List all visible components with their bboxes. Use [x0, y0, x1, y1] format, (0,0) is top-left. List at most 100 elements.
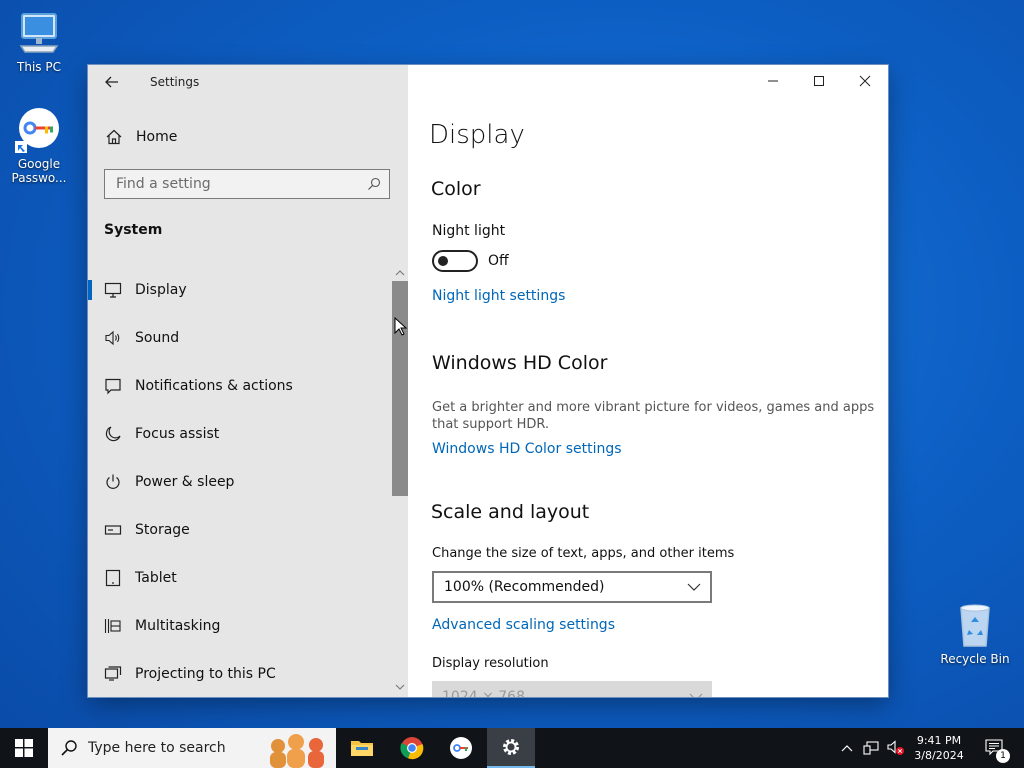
- folder-icon: [351, 741, 373, 756]
- key-icon: [15, 107, 63, 155]
- chrome-icon: [400, 737, 424, 760]
- scroll-down-arrow-icon[interactable]: [392, 681, 408, 693]
- windows-logo-icon: [15, 739, 33, 757]
- window-title: Settings: [150, 75, 200, 89]
- google-passwords-taskbar-button[interactable]: [437, 728, 485, 768]
- search-icon[interactable]: [367, 177, 381, 191]
- chevron-up-icon: [841, 745, 853, 752]
- page-title: Display: [429, 120, 525, 150]
- desktop-icon-google-passwords[interactable]: Google Passwo...: [3, 107, 75, 185]
- speaker-icon: [104, 329, 122, 347]
- power-icon: [104, 473, 122, 491]
- search-highlight-illustration-icon: [270, 734, 324, 768]
- scrollbar-thumb[interactable]: [392, 281, 408, 496]
- hd-color-description-line: Get a brighter and more vibrant picture …: [432, 400, 875, 415]
- search-input[interactable]: Find a setting: [116, 176, 367, 192]
- sidebar-item-focus-assist[interactable]: Focus assist: [88, 410, 392, 458]
- sidebar-item-label: Projecting to this PC: [135, 666, 276, 682]
- sidebar-item-notifications[interactable]: Notifications & actions: [88, 362, 392, 410]
- close-icon: [859, 75, 871, 87]
- advanced-scaling-link[interactable]: Advanced scaling settings: [432, 617, 615, 633]
- volume-tray-button[interactable]: [884, 728, 908, 768]
- monitor-icon: [104, 281, 122, 299]
- resolution-dropdown-value: 1024 × 768: [442, 689, 525, 697]
- desktop-icon-label: Recycle Bin: [940, 652, 1010, 666]
- chrome-taskbar-button[interactable]: [388, 728, 436, 768]
- moon-icon: [104, 425, 122, 443]
- minimize-icon: [768, 80, 778, 82]
- content-pane: Display Color Night light Off Night ligh…: [408, 65, 888, 697]
- hd-color-settings-link[interactable]: Windows HD Color settings: [432, 441, 622, 457]
- sidebar: Settings Home Find a setting System Disp…: [88, 65, 408, 697]
- desktop-icon-this-pc[interactable]: This PC: [3, 10, 75, 74]
- sidebar-item-label: Tablet: [135, 570, 177, 586]
- back-arrow-icon: [105, 76, 118, 88]
- action-center-button[interactable]: 1: [978, 728, 1012, 768]
- show-hidden-icons-button[interactable]: [836, 728, 858, 768]
- maximize-button[interactable]: [796, 65, 842, 97]
- sidebar-item-sound[interactable]: Sound: [88, 314, 392, 362]
- taskbar-search-input[interactable]: Type here to search: [88, 740, 258, 756]
- hd-color-description: Get a brighter and more vibrant picture …: [432, 399, 874, 433]
- color-heading: Color: [431, 178, 481, 200]
- settings-taskbar-button[interactable]: [487, 728, 535, 768]
- settings-window: Settings Home Find a setting System Disp…: [88, 65, 888, 697]
- sidebar-item-power-sleep[interactable]: Power & sleep: [88, 458, 392, 506]
- sidebar-item-tablet[interactable]: Tablet: [88, 554, 392, 602]
- key-icon: [450, 737, 472, 759]
- sidebar-item-label: Notifications & actions: [135, 378, 293, 394]
- scroll-up-arrow-icon[interactable]: [392, 267, 408, 279]
- sidebar-item-projecting[interactable]: Projecting to this PC: [88, 650, 392, 697]
- home-label: Home: [136, 129, 178, 145]
- hd-color-heading: Windows HD Color: [432, 352, 608, 374]
- night-light-label: Night light: [432, 223, 506, 239]
- network-tray-button[interactable]: [860, 728, 882, 768]
- sidebar-item-label: Display: [135, 282, 187, 298]
- chevron-down-icon: [689, 693, 703, 697]
- back-button[interactable]: [88, 65, 136, 99]
- desktop-icon-label: Google Passwo...: [11, 157, 67, 185]
- minimize-button[interactable]: [750, 65, 796, 97]
- notification-count-badge: 1: [996, 749, 1010, 763]
- sidebar-item-display[interactable]: Display: [88, 266, 392, 314]
- sidebar-item-label: Focus assist: [135, 426, 220, 442]
- storage-icon: [104, 521, 122, 539]
- chevron-down-icon: [687, 583, 701, 591]
- network-icon: [863, 741, 879, 755]
- night-light-state: Off: [488, 253, 509, 269]
- night-light-toggle[interactable]: [432, 250, 478, 272]
- scale-dropdown[interactable]: 100% (Recommended): [432, 571, 712, 603]
- taskbar: Type here to search 9:41 PM 3/8/2024 1: [0, 728, 1024, 768]
- resolution-dropdown[interactable]: 1024 × 768: [432, 681, 712, 697]
- sidebar-item-label: Storage: [135, 522, 190, 538]
- sidebar-item-multitasking[interactable]: Multitasking: [88, 602, 392, 650]
- section-title: System: [104, 222, 163, 238]
- mouse-cursor-icon: [394, 317, 408, 336]
- close-button[interactable]: [842, 65, 888, 97]
- multitasking-icon: [104, 617, 122, 635]
- home-nav-item[interactable]: Home: [88, 117, 408, 157]
- start-button[interactable]: [0, 728, 48, 768]
- sidebar-item-label: Multitasking: [135, 618, 221, 634]
- desktop-icon-recycle-bin[interactable]: Recycle Bin: [939, 602, 1011, 666]
- search-icon: [61, 740, 77, 756]
- size-label: Change the size of text, apps, and other…: [432, 546, 735, 561]
- clock-date: 3/8/2024: [914, 749, 964, 762]
- scale-dropdown-value: 100% (Recommended): [444, 579, 605, 595]
- find-setting-search-box[interactable]: Find a setting: [104, 169, 390, 199]
- sidebar-item-label: Sound: [135, 330, 180, 346]
- volume-muted-icon: [887, 740, 904, 755]
- notification-icon: [104, 377, 122, 395]
- clock[interactable]: 9:41 PM 3/8/2024: [910, 728, 968, 768]
- night-light-settings-link[interactable]: Night light settings: [432, 288, 565, 304]
- hd-color-description-line: that support HDR.: [432, 417, 550, 432]
- computer-icon: [15, 10, 63, 58]
- projector-icon: [104, 665, 122, 683]
- maximize-icon: [814, 76, 824, 86]
- taskbar-search-box[interactable]: Type here to search: [48, 728, 336, 768]
- tablet-icon: [104, 569, 122, 587]
- file-explorer-taskbar-button[interactable]: [338, 728, 386, 768]
- desktop-icon-label: This PC: [17, 60, 61, 74]
- sidebar-item-storage[interactable]: Storage: [88, 506, 392, 554]
- clock-time: 9:41 PM: [916, 734, 962, 747]
